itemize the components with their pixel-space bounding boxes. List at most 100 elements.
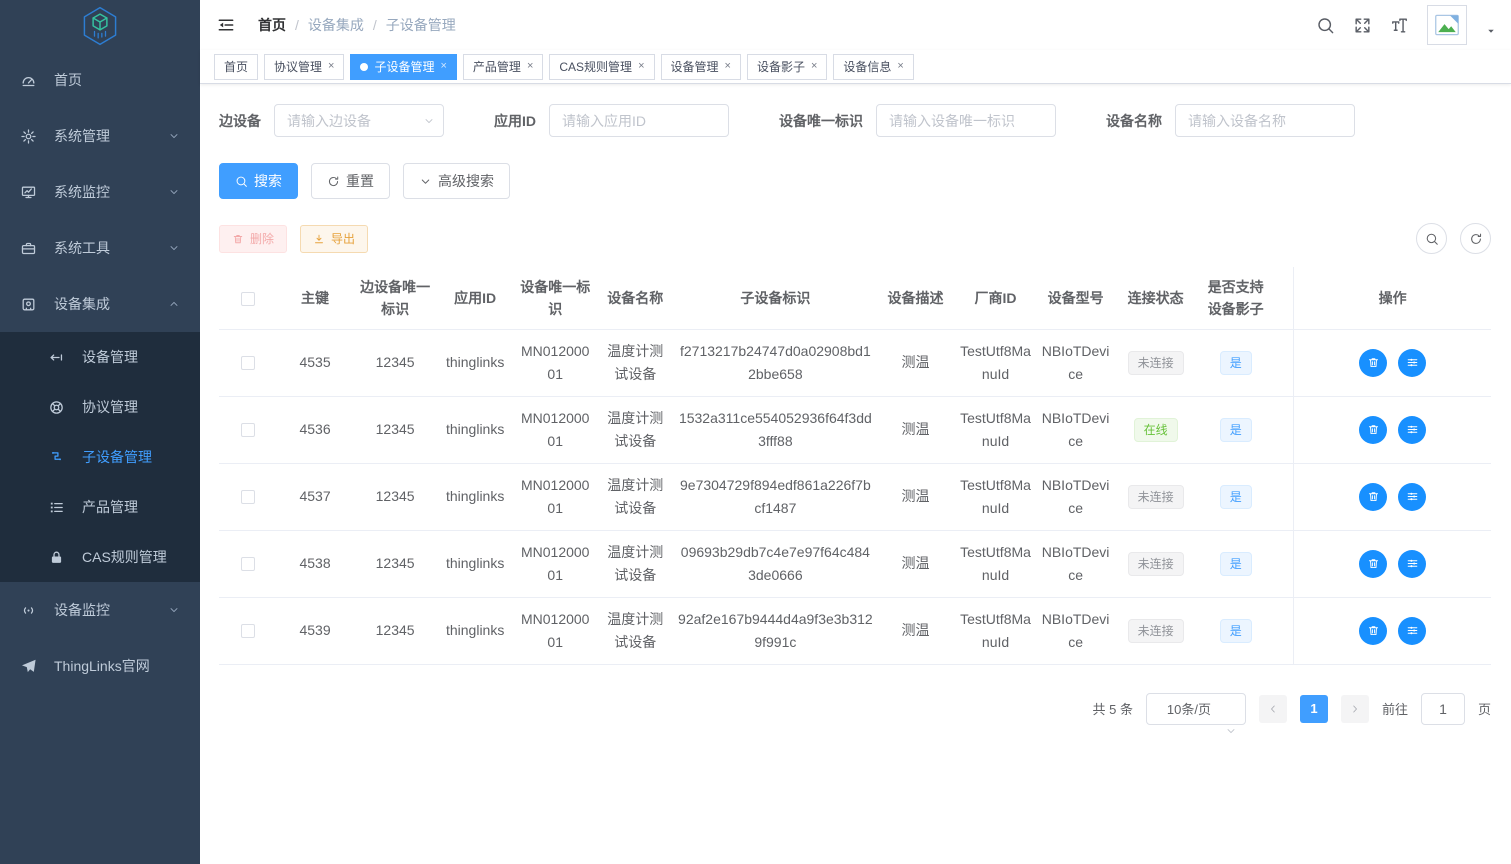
delete-row-button[interactable] — [1359, 617, 1387, 645]
tab-产品管理[interactable]: 产品管理× — [463, 54, 543, 80]
delete-row-button[interactable] — [1359, 550, 1387, 578]
export-button[interactable]: 导出 — [300, 225, 368, 253]
cell-shadow: 是 — [1198, 329, 1274, 396]
collapse-sidebar-icon[interactable] — [216, 12, 242, 38]
input-设备唯一标识[interactable] — [876, 104, 1056, 137]
delete-row-button[interactable] — [1359, 483, 1387, 511]
sidebar-item-首页[interactable]: 首页 — [0, 52, 200, 108]
select-边设备[interactable] — [274, 104, 444, 137]
configure-row-button[interactable] — [1398, 617, 1426, 645]
input-应用ID[interactable] — [549, 104, 729, 137]
tab-首页[interactable]: 首页 — [214, 54, 258, 80]
avatar[interactable] — [1427, 5, 1467, 45]
breadcrumb-separator: / — [373, 17, 377, 33]
close-tab-icon[interactable]: × — [440, 61, 446, 72]
page-size-select[interactable]: 10条/页 — [1146, 693, 1246, 725]
select-input[interactable] — [274, 104, 444, 137]
cell-device_name: 温度计测试设备 — [597, 463, 673, 530]
advanced-search-button[interactable]: 高级搜索 — [403, 163, 510, 199]
user-menu-caret-icon[interactable] — [1485, 25, 1497, 37]
cell-sub_device_id: 1532a311ce554052936f64f3dd3fff88 — [673, 396, 877, 463]
column-header: 子设备标识 — [673, 267, 877, 329]
sidebar-item-系统管理[interactable]: 系统管理 — [0, 108, 200, 164]
shadow-support-badge: 是 — [1220, 351, 1252, 375]
next-page-button[interactable] — [1341, 695, 1369, 723]
sidebar-item-系统工具[interactable]: 系统工具 — [0, 220, 200, 276]
fullscreen-icon[interactable] — [1353, 16, 1372, 35]
cell-key: 4538 — [277, 530, 353, 597]
search-button-label: 搜索 — [254, 171, 282, 191]
sidebar-item-ThingLinks官网[interactable]: ThingLinks官网 — [0, 638, 200, 694]
tab-设备信息[interactable]: 设备信息× — [833, 54, 913, 80]
tab-label: 子设备管理 — [374, 58, 434, 75]
sidebar-item-CAS规则管理[interactable]: CAS规则管理 — [0, 532, 200, 582]
pagination: 共 5 条 10条/页 1 前往 页 — [219, 693, 1491, 805]
form-group-设备唯一标识: 设备唯一标识 — [779, 104, 1056, 137]
row-checkbox[interactable] — [241, 624, 255, 638]
cell-description: 测温 — [877, 530, 953, 597]
show-search-button[interactable] — [1416, 223, 1447, 254]
delete-row-button[interactable] — [1359, 416, 1387, 444]
delete-button[interactable]: 删除 — [219, 225, 287, 253]
row-checkbox[interactable] — [241, 423, 255, 437]
sidebar-item-设备集成[interactable]: 设备集成 — [0, 276, 200, 332]
close-tab-icon[interactable]: × — [638, 61, 644, 72]
form-label: 应用ID — [494, 111, 536, 131]
tab-label: 协议管理 — [274, 58, 322, 75]
cell-device_name: 温度计测试设备 — [597, 597, 673, 664]
tab-label: 设备管理 — [671, 58, 719, 75]
breadcrumb-item-首页[interactable]: 首页 — [258, 15, 286, 35]
search-button[interactable]: 搜索 — [219, 163, 298, 199]
cell-device_uid: MN01200001 — [513, 329, 597, 396]
column-header: 设备名称 — [597, 267, 673, 329]
cell-device_name: 温度计测试设备 — [597, 396, 673, 463]
close-tab-icon[interactable]: × — [811, 61, 817, 72]
header-actions — [1316, 5, 1497, 45]
refresh-table-button[interactable] — [1460, 223, 1491, 254]
cell-actions — [1294, 396, 1491, 463]
tab-子设备管理[interactable]: 子设备管理 × — [350, 54, 456, 80]
input-设备名称[interactable] — [1175, 104, 1355, 137]
font-size-icon[interactable] — [1390, 16, 1409, 35]
close-tab-icon[interactable]: × — [897, 61, 903, 72]
sidebar-item-产品管理[interactable]: 产品管理 — [0, 482, 200, 532]
close-tab-icon[interactable]: × — [527, 61, 533, 72]
sidebar-item-系统监控[interactable]: 系统监控 — [0, 164, 200, 220]
connect-status-badge: 在线 — [1134, 418, 1178, 442]
configure-row-button[interactable] — [1398, 483, 1426, 511]
select-all-checkbox[interactable] — [241, 292, 255, 306]
tab-设备影子[interactable]: 设备影子× — [747, 54, 827, 80]
prev-page-button[interactable] — [1259, 695, 1287, 723]
reset-button[interactable]: 重置 — [311, 163, 390, 199]
cell-model: NBIoTDevice — [1038, 329, 1114, 396]
row-checkbox[interactable] — [241, 490, 255, 504]
close-tab-icon[interactable]: × — [725, 61, 731, 72]
sidebar-item-协议管理[interactable]: 协议管理 — [0, 382, 200, 432]
sidebar-item-设备管理[interactable]: 设备管理 — [0, 332, 200, 382]
cell-edge_id: 12345 — [353, 530, 437, 597]
chevron-down-icon — [168, 242, 180, 254]
tab-设备管理[interactable]: 设备管理 × — [661, 54, 741, 80]
spacer-cell — [1274, 530, 1294, 597]
connect-status-badge: 未连接 — [1128, 351, 1184, 375]
cell-shadow: 是 — [1198, 396, 1274, 463]
delete-row-button[interactable] — [1359, 349, 1387, 377]
cell-device_name: 温度计测试设备 — [597, 329, 673, 396]
configure-row-button[interactable] — [1398, 416, 1426, 444]
header-search-icon[interactable] — [1316, 16, 1335, 35]
configure-row-button[interactable] — [1398, 550, 1426, 578]
goto-page-input[interactable] — [1421, 693, 1465, 725]
plane-icon — [20, 657, 42, 675]
cell-key: 4535 — [277, 329, 353, 396]
tab-协议管理[interactable]: 协议管理 × — [264, 54, 344, 80]
cell-sub_device_id: 9e7304729f894edf861a226f7bcf1487 — [673, 463, 877, 530]
tab-CAS规则管理[interactable]: CAS规则管理× — [549, 54, 654, 80]
sidebar-item-label: 设备监控 — [54, 600, 168, 620]
configure-row-button[interactable] — [1398, 349, 1426, 377]
row-checkbox[interactable] — [241, 557, 255, 571]
row-checkbox[interactable] — [241, 356, 255, 370]
sidebar-item-设备监控[interactable]: 设备监控 — [0, 582, 200, 638]
sidebar-item-子设备管理[interactable]: 子设备管理 — [0, 432, 200, 482]
close-tab-icon[interactable]: × — [328, 61, 334, 72]
page-number-button[interactable]: 1 — [1300, 695, 1328, 723]
